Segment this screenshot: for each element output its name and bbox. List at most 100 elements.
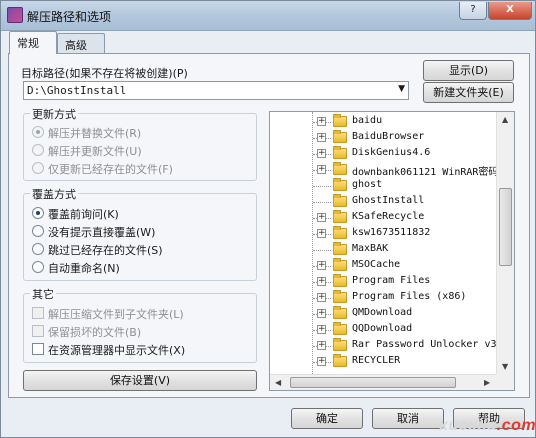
radio-indicator[interactable]	[32, 126, 44, 138]
new-folder-button[interactable]: 新建文件夹(E)	[423, 82, 514, 103]
expand-plus-icon[interactable]: +	[317, 213, 326, 222]
update-mode-title: 更新方式	[30, 106, 78, 122]
folder-icon	[333, 178, 347, 191]
vertical-scroll-thumb[interactable]	[499, 188, 512, 266]
tree-folder-item[interactable]: ghost	[270, 178, 496, 194]
cancel-button[interactable]: 取消	[372, 408, 444, 429]
folder-icon	[333, 258, 347, 271]
title-bar[interactable]: 解压路径和选项 ? X	[1, 1, 535, 31]
radio-indicator[interactable]	[32, 225, 44, 237]
target-path-combobox[interactable]: D:\GhostInstall ▼	[23, 81, 409, 100]
tree-folder-item[interactable]: + QMDownload	[270, 306, 496, 322]
option-label: 解压并更新文件(U)	[48, 145, 142, 158]
tree-folder-item[interactable]: + Program Files	[270, 274, 496, 290]
expand-plus-icon[interactable]: +	[317, 293, 326, 302]
chevron-down-icon[interactable]: ▼	[398, 84, 405, 94]
tree-folder-name: Program Files	[352, 275, 431, 286]
winrar-app-icon	[7, 7, 23, 23]
radio-indicator[interactable]	[32, 243, 44, 255]
option-label: 跳过已经存在的文件(S)	[48, 244, 163, 257]
tree-folder-item[interactable]: MaxBAK	[270, 242, 496, 258]
horizontal-scrollbar[interactable]: ◀ ▶	[270, 374, 496, 390]
folder-icon	[333, 114, 347, 127]
tree-folder-item[interactable]: GhostInstall	[270, 194, 496, 210]
scroll-left-icon[interactable]: ◀	[275, 378, 281, 387]
folder-icon	[333, 354, 347, 367]
option-label: 解压并替换文件(R)	[48, 127, 142, 140]
tree-folder-item[interactable]: + MSOCache	[270, 258, 496, 274]
vertical-scrollbar[interactable]: ▲ ▼	[496, 112, 514, 374]
folder-icon	[333, 146, 347, 159]
show-button[interactable]: 显示(D)	[423, 60, 514, 81]
tab-advanced[interactable]: 高级	[57, 33, 105, 54]
tree-folder-name: QQDownload	[352, 323, 413, 334]
horizontal-scroll-thumb[interactable]	[290, 377, 456, 388]
option-label: 在资源管理器中显示文件(X)	[48, 344, 186, 357]
expand-plus-icon[interactable]: +	[317, 309, 326, 318]
tree-folder-item[interactable]: + baidu	[270, 114, 496, 130]
folder-icon	[333, 194, 347, 207]
scroll-down-icon[interactable]: ▼	[502, 362, 508, 371]
expand-plus-icon[interactable]: +	[317, 341, 326, 350]
expand-plus-icon[interactable]: +	[317, 229, 326, 238]
tree-folder-name: downbank061121 WinRAR密码	[352, 167, 496, 178]
expand-plus-icon[interactable]: +	[317, 149, 326, 158]
radio-indicator[interactable]	[32, 144, 44, 156]
folder-tree[interactable]: + baidu + BaiduBrowser + DiskGenius4.6 + downba…	[269, 111, 515, 391]
close-button[interactable]: X	[488, 2, 532, 20]
folder-icon	[333, 226, 347, 239]
folder-icon	[333, 162, 347, 175]
tree-folder-name: KSafeRecycle	[352, 211, 425, 222]
tree-folder-item[interactable]: + ksw1673511832	[270, 226, 496, 242]
expand-plus-icon[interactable]: +	[317, 133, 326, 142]
expand-plus-icon[interactable]: +	[317, 117, 326, 126]
radio-indicator[interactable]	[32, 162, 44, 174]
option-label: 仅更新已经存在的文件(F)	[48, 163, 173, 176]
watermark-suffix: .com	[496, 417, 536, 434]
expand-plus-icon[interactable]: +	[317, 165, 326, 174]
tree-folder-name: GhostInstall	[352, 195, 425, 206]
tree-folder-name: RECYCLER	[352, 355, 401, 366]
tree-folder-item[interactable]: + BaiduBrowser	[270, 130, 496, 146]
tree-folder-item[interactable]: + Program Files (x86)	[270, 290, 496, 306]
tree-folder-name: BaiduBrowser	[352, 131, 425, 142]
dialog-window: 解压路径和选项 ? X 常规 高级 目标路径(如果不存在将被创建)(P) D:\…	[0, 0, 536, 438]
folder-icon	[333, 306, 347, 319]
expand-plus-icon[interactable]: +	[317, 261, 326, 270]
radio-indicator[interactable]	[32, 261, 44, 273]
folder-icon	[333, 242, 347, 255]
tree-connector-line	[313, 250, 331, 251]
scrollbar-corner	[496, 374, 514, 390]
target-path-value: D:\GhostInstall	[27, 84, 127, 97]
tree-folder-name: MaxBAK	[352, 243, 389, 254]
option-label: 解压压缩文件到子文件夹(L)	[48, 308, 184, 321]
folder-icon	[333, 322, 347, 335]
expand-plus-icon[interactable]: +	[317, 325, 326, 334]
option-label: 保留损坏的文件(B)	[48, 326, 142, 339]
radio-indicator[interactable]	[32, 207, 44, 219]
tree-folder-name: baidu	[352, 115, 383, 126]
tree-folder-item[interactable]: + QQDownload	[270, 322, 496, 338]
option-label: 自动重命名(N)	[48, 262, 120, 275]
tree-folder-item[interactable]: + KSafeRecycle	[270, 210, 496, 226]
scroll-right-icon[interactable]: ▶	[484, 378, 490, 387]
scroll-up-icon[interactable]: ▲	[502, 115, 508, 124]
save-settings-button[interactable]: 保存设置(V)	[23, 370, 257, 391]
tab-general[interactable]: 常规	[9, 31, 57, 54]
expand-plus-icon[interactable]: +	[317, 277, 326, 286]
folder-icon	[333, 274, 347, 287]
checkbox-indicator[interactable]	[32, 325, 44, 337]
expand-plus-icon[interactable]: +	[317, 357, 326, 366]
tree-folder-item[interactable]: + downbank061121 WinRAR密码	[270, 162, 496, 178]
tree-folder-name: Program Files (x86)	[352, 291, 467, 302]
overwrite-mode-group: 覆盖方式 覆盖前询问(K) 没有提示直接覆盖(W) 跳过已经存在的文件(S) 自…	[23, 186, 257, 281]
tree-folder-item[interactable]: + Rar Password Unlocker v3	[270, 338, 496, 354]
option-label: 没有提示直接覆盖(W)	[48, 226, 156, 239]
tree-folder-item[interactable]: + DiskGenius4.6	[270, 146, 496, 162]
tree-folder-item[interactable]: + RECYCLER	[270, 354, 496, 370]
ok-button[interactable]: 确定	[291, 408, 363, 429]
help-title-button[interactable]: ?	[459, 2, 487, 20]
checkbox-indicator[interactable]	[32, 307, 44, 319]
other-options-title: 其它	[30, 286, 56, 302]
checkbox-indicator[interactable]	[32, 343, 44, 355]
